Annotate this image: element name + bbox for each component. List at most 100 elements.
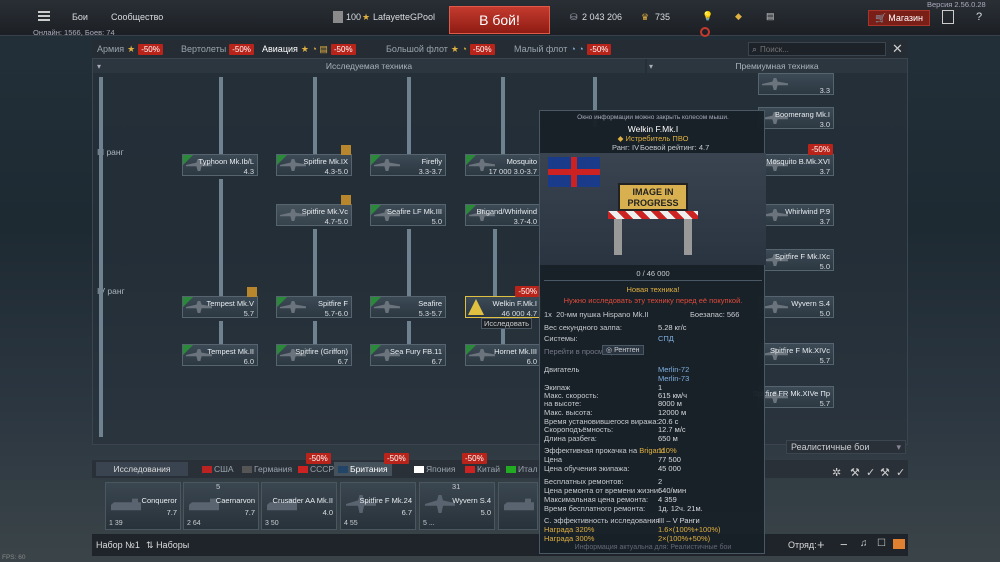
vehicle-card[interactable]: Spitfire F 5.7-6.0 <box>276 296 352 318</box>
stat-value: 4 359 <box>658 495 677 504</box>
nation-tab-britain[interactable]: Британия <box>334 462 392 476</box>
vehicle-card[interactable]: Spitfire Mk.Vc 4.7-5.0 <box>276 195 352 226</box>
preset-label[interactable]: Набор №1 <box>96 540 140 550</box>
nation-tab-japan[interactable]: Япония <box>414 462 456 476</box>
search-box[interactable]: ⌕ <box>748 42 886 56</box>
chat-icon[interactable]: ☐ <box>877 538 886 549</box>
settings-icon[interactable]: ✲ <box>832 466 841 479</box>
presets-icon: ⇅ <box>146 540 154 550</box>
squad-label: Отряд: <box>788 540 817 550</box>
premium-vehicle-card[interactable]: 3.3 <box>758 73 834 95</box>
stat-value: 12000 м <box>658 408 687 417</box>
stat-value: 2 <box>658 477 663 486</box>
vehicle-card-welkin[interactable]: Welkin F.Mk.I 46 000 4.7 -50% <box>465 286 541 318</box>
vehicle-card[interactable]: Hornet Mk.III 6.0 <box>465 344 541 366</box>
premium-vehicle-card[interactable]: Boomerang Mk.I 3.0 <box>758 107 834 129</box>
presets-button[interactable]: ⇅ Наборы <box>146 540 189 551</box>
stat-value: 5.28 кг/с <box>658 323 687 332</box>
nation-tab-germany[interactable]: Германия <box>242 462 292 476</box>
discount-badge: -50% <box>306 453 331 464</box>
tab-helicopters[interactable]: Вертолеты -50% <box>181 40 254 58</box>
premium-vehicle-card[interactable]: Whirlwind P.9 3.7 <box>758 204 834 226</box>
check-icon[interactable]: ✓ <box>896 466 905 479</box>
community-menu[interactable]: Сообщество <box>111 12 163 22</box>
check-icon[interactable]: ✓ <box>866 466 875 479</box>
lightbulb-icon[interactable]: 💡 <box>702 11 713 22</box>
vehicle-card[interactable]: Typhoon Mk.Ib/L 4.3 <box>182 154 258 176</box>
vehicle-card[interactable]: Mosquito 17 000 3.0-3.7 <box>465 154 541 176</box>
new-vehicle-label: Новая техника! <box>626 285 680 294</box>
username[interactable]: LafayetteGPool <box>373 12 435 22</box>
mail-icon[interactable] <box>893 539 905 549</box>
voice-icon[interactable]: ♫ <box>860 538 868 549</box>
premium-vehicle-card[interactable]: Spitfire F Mk.XIVc 5.7 <box>758 343 834 365</box>
stat-label: Время бесплатного ремонта: <box>544 504 646 513</box>
barrier-leg <box>684 219 692 255</box>
wrench-icon[interactable]: ⚒ <box>850 466 860 479</box>
plane-icon <box>280 159 306 171</box>
vehicle-card[interactable]: Tempest Mk.II 6.0 <box>182 344 258 366</box>
tab-small-fleet[interactable]: Малый флот ◔ ◔ -50% <box>514 40 612 58</box>
vehicle-card[interactable]: Firefly 3.3-3.7 <box>370 154 446 176</box>
game-mode-select[interactable]: Реалистичные бои ▾ <box>786 440 906 454</box>
researched-ribbon <box>371 155 381 165</box>
tree-line <box>407 321 411 346</box>
premium-vehicle-card[interactable]: Mosquito B.Mk.XVI 3.7 -50% <box>758 144 834 176</box>
tab-research[interactable]: Исследования <box>96 462 188 476</box>
premium-vehicle-card[interactable]: Wyvern S.4 5.0 <box>758 296 834 318</box>
tab-big-fleet[interactable]: Большой флот ★ ◔ -50% <box>386 40 495 58</box>
premium-vehicle-card[interactable]: Spitfire F Mk.IXc 5.0 <box>758 249 834 271</box>
close-icon[interactable]: ✕ <box>892 41 903 57</box>
weapon-row: 1x 20-мм пушка Hispano Mk.II <box>544 310 649 319</box>
tab-aviation[interactable]: Авиация ★ ◔ ▤ -50% <box>262 40 356 58</box>
to-battle-button[interactable]: В бой! <box>449 6 550 34</box>
help-button[interactable]: ? <box>976 11 982 23</box>
vehicle-card[interactable]: Spitfire Mk.IX 4.3-5.0 <box>276 145 352 176</box>
discount-badge: -50% <box>462 453 487 464</box>
stat-label: Двигатель <box>544 365 580 374</box>
researched-ribbon <box>466 155 476 165</box>
nation-tab-italy[interactable]: Итал <box>506 462 538 476</box>
premium-vehicle-card[interactable]: Spitfire FR Mk.XIVe Пр 5.7 <box>753 386 834 408</box>
nation-tab-ussr[interactable]: СССР <box>298 462 334 476</box>
star-icon: ★ <box>127 43 136 54</box>
vehicle-card[interactable]: Seafire 5.3-5.7 <box>370 296 446 318</box>
star-icon: ★ ◔ ▤ <box>300 43 328 54</box>
xray-button[interactable]: ◎ Рентген <box>602 345 644 355</box>
stat-value: Merlin-73 <box>658 374 690 383</box>
vehicle-card[interactable]: Spitfire (Griffon) 6.7 <box>276 344 352 366</box>
crew-slot[interactable] <box>498 482 538 530</box>
vehicle-card[interactable]: Sea Fury FB.11 6.7 <box>370 344 446 366</box>
repair-icon[interactable]: ⚒ <box>880 466 890 479</box>
collapse-icon[interactable]: ▾ <box>97 62 101 71</box>
crew-slot[interactable]: Spitfire F Mk.24 6.7 4 55 <box>340 482 416 530</box>
nation-tab-china[interactable]: Китай <box>465 462 500 476</box>
tab-army[interactable]: Армия ★ -50% <box>97 40 163 58</box>
menu-icon[interactable] <box>38 11 50 21</box>
vehicle-card[interactable]: Seafire LF Mk.III 5.0 <box>370 204 446 226</box>
crew-slot[interactable]: Conqueror 7.7 1 39 <box>105 482 181 530</box>
search-input[interactable] <box>760 44 871 54</box>
tickets-icon[interactable]: ▤ <box>766 11 775 22</box>
battles-menu[interactable]: Бои <box>72 12 88 22</box>
vehicle-card[interactable]: Tempest Mk.V 5.7 <box>182 287 258 318</box>
divider <box>544 280 762 281</box>
collapse-icon[interactable]: ▾ <box>649 62 653 71</box>
research-button[interactable]: Исследовать <box>481 318 533 329</box>
minus-icon[interactable]: − <box>840 537 848 552</box>
barrier-icon <box>608 211 698 219</box>
premium-icon[interactable]: ◆ <box>735 11 742 22</box>
researched-ribbon <box>371 297 381 307</box>
shop-button[interactable]: 🛒 Магазин <box>868 10 930 26</box>
crew-slot[interactable]: Caernarvon 7.7 2 64 <box>183 482 259 530</box>
nation-tab-usa[interactable]: США <box>202 462 234 476</box>
add-squad-icon[interactable]: + <box>817 537 825 552</box>
crew-slot[interactable]: Crusader AA Mk.II 4.0 3 50 <box>261 482 337 530</box>
vehicle-image: IMAGE IN PROGRESS <box>540 153 766 265</box>
vehicle-card[interactable]: Brigand/Whirlwind 3.7-4.0 <box>465 204 541 226</box>
stat-label: Награда 300% <box>544 534 595 543</box>
stat-value: 1.6×(100%+100%) <box>658 525 721 534</box>
exit-icon[interactable] <box>942 10 954 24</box>
stat-label: Награда 320% <box>544 525 595 534</box>
tank-icon <box>504 498 534 511</box>
